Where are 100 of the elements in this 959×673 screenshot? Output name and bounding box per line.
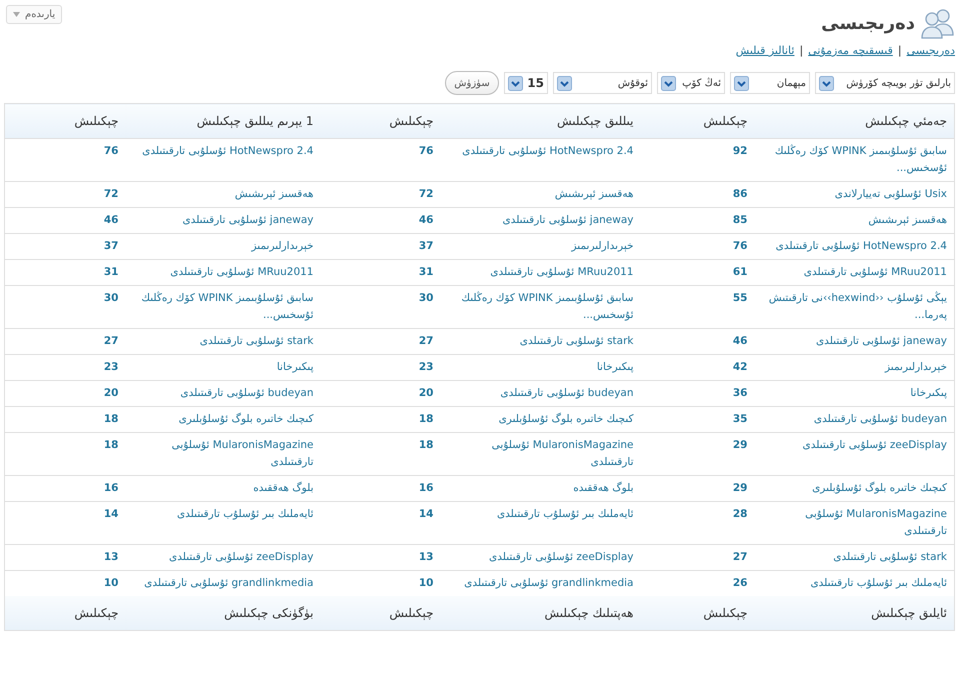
post-link[interactable]: janeway ئۇسلۇبى تارقىتىلدى [448, 212, 634, 229]
post-link[interactable]: ھەقسىز ئېرىشىش [132, 186, 314, 203]
hit-count: 18 [418, 439, 434, 451]
chevron-down-icon [557, 76, 572, 90]
post-link[interactable]: كىچىك خاتىرە بلوگ ئۇسلۇبلىرى [448, 411, 634, 428]
select-dropdown[interactable]: مېھمان [730, 72, 810, 94]
post-link[interactable]: budeyan ئۇسلۇبى تارقىتىلدى [132, 385, 314, 402]
post-link[interactable]: janeway ئۇسلۇبى تارقىتىلدى [762, 333, 947, 350]
hit-count: 18 [104, 413, 118, 425]
post-link[interactable]: zeeDisplay ئۇسلۇبى تارقىتىلدى [132, 549, 314, 566]
post-link[interactable]: خېرىدارلىرىمىز [762, 359, 947, 376]
nav-link[interactable]: دەرىجىسى [906, 44, 955, 57]
post-link[interactable]: سابىق ئۇسلۇبىمىز WPINK كۆك رەڭلىك ئۇسخىس... [448, 290, 634, 324]
post-link[interactable]: zeeDisplay ئۇسلۇبى تارقىتىلدى [448, 549, 634, 566]
hit-count: 30 [104, 292, 118, 304]
post-link[interactable]: كىچىك خاتىرە بلوگ ئۇسلۇبلىرى [132, 411, 314, 428]
hit-count: 14 [104, 508, 118, 520]
post-link[interactable]: پىكىرخانا [762, 385, 947, 402]
post-link[interactable]: HotNewspro 2.4 ئۇسلۇبى تارقىتىلدى [132, 143, 314, 160]
hit-count: 10 [104, 577, 118, 589]
post-link[interactable]: MRuu2011 ئۇسلۇبى تارقىتىلدى [448, 264, 634, 281]
post-link[interactable]: پىكىرخانا [448, 359, 634, 376]
hit-count: 31 [418, 266, 434, 278]
column-header: ئايلىق چېكىلىش [754, 596, 954, 630]
post-link[interactable]: كىچىك خاتىرە بلوگ ئۇسلۇبلىرى [762, 480, 947, 497]
post-link[interactable]: HotNewspro 2.4 ئۇسلۇبى تارقىتىلدى [762, 238, 947, 255]
post-link[interactable]: grandlinkmedia ئۇسلۇبى تارقىتىلدى [448, 575, 634, 592]
hit-count: 46 [104, 214, 118, 226]
hit-count: 42 [732, 361, 748, 373]
hit-count: 28 [732, 508, 748, 520]
select-dropdown[interactable]: ئەڭ كۆپ [657, 72, 725, 94]
hit-count: 26 [732, 577, 748, 589]
column-header: جەمئي چېكىلىش [754, 104, 954, 138]
post-link[interactable]: خېرىدارلىرىمىز [448, 238, 634, 255]
post-link[interactable]: MularonisMagazine ئۇسلۇبى تارقىتىلدى [132, 437, 314, 471]
hit-count: 37 [104, 240, 118, 252]
post-link[interactable]: يېڭى ئۇسلۇب ‹‹hexwind››نى تارقىتىش پەرما... [762, 290, 947, 324]
select-dropdown[interactable]: بارلىق تۈر بويىچە كۆرۈش [815, 72, 955, 94]
hit-count: 27 [418, 335, 434, 347]
caret-icon [13, 12, 20, 17]
hit-count: 72 [418, 188, 434, 200]
post-link[interactable]: MularonisMagazine ئۇسلۇبى تارقىتىلدى [762, 506, 947, 540]
hit-count: 61 [732, 266, 748, 278]
column-header: بۈگۈنكى چېكىلىش [126, 596, 320, 630]
post-link[interactable]: zeeDisplay ئۇسلۇبى تارقىتىلدى [762, 437, 947, 454]
post-link[interactable]: MularonisMagazine ئۇسلۇبى تارقىتىلدى [448, 437, 634, 471]
hit-count: 13 [418, 551, 434, 563]
hit-count: 36 [732, 387, 748, 399]
select-dropdown[interactable]: ئوقۇش [553, 72, 652, 94]
page-title: دەرىجىسى [821, 12, 915, 34]
post-link[interactable]: stark ئۇسلۇبى تارقىتىلدى [448, 333, 634, 350]
post-link[interactable]: Usix ئۇسلۇبى تەييارلاندى [762, 186, 947, 203]
hit-count: 55 [732, 292, 748, 304]
post-link[interactable]: MRuu2011 ئۇسلۇبى تارقىتىلدى [762, 264, 947, 281]
separator: | [799, 44, 804, 57]
post-link[interactable]: ئايەملىك بىر ئۇسلۇب تارقىتىلدى [448, 506, 634, 523]
column-header: ھەپتىلىك چېكىلىش [440, 596, 640, 630]
hit-count: 16 [104, 482, 118, 494]
post-link[interactable]: پىكىرخانا [132, 359, 314, 376]
post-link[interactable]: budeyan ئۇسلۇبى تارقىتىلدى [762, 411, 947, 428]
hit-count: 16 [418, 482, 434, 494]
post-link[interactable]: stark ئۇسلۇبى تارقىتىلدى [132, 333, 314, 350]
post-link[interactable]: grandlinkmedia ئۇسلۇبى تارقىتىلدى [132, 575, 314, 592]
post-link[interactable]: budeyan ئۇسلۇبى تارقىتىلدى [448, 385, 634, 402]
hit-count: 13 [104, 551, 118, 563]
nav-link[interactable]: قىسقىچە مەزمۇنى [808, 44, 893, 57]
hit-count: 76 [104, 145, 118, 157]
hit-count: 14 [418, 508, 434, 520]
filter-button[interactable]: سۈزۈش [445, 71, 499, 95]
select-dropdown[interactable]: 15 [504, 72, 548, 94]
post-link[interactable]: MRuu2011 ئۇسلۇبى تارقىتىلدى [132, 264, 314, 281]
post-link[interactable]: ھەقسىز ئېرىشىش [762, 212, 947, 229]
hit-count: 20 [418, 387, 434, 399]
help-button[interactable]: يارىدەم [6, 5, 62, 24]
chevron-down-icon [734, 76, 749, 90]
hit-count: 29 [732, 482, 748, 494]
hit-count: 35 [732, 413, 748, 425]
post-link[interactable]: خېرىدارلىرىمىز [132, 238, 314, 255]
post-link[interactable]: بلوگ ھەققىدە [132, 480, 314, 497]
post-link[interactable]: ئايەملىك بىر ئۇسلۇب تارقىتىلدى [762, 575, 947, 592]
column-header: 1 يېرىم يىللىق چېكىلىش [126, 104, 320, 138]
post-link[interactable]: janeway ئۇسلۇبى تارقىتىلدى [132, 212, 314, 229]
hit-count: 23 [104, 361, 118, 373]
post-link[interactable]: HotNewspro 2.4 ئۇسلۇبى تارقىتىلدى [448, 143, 634, 160]
hit-count: 86 [732, 188, 748, 200]
column-header: چېكىلىش [640, 596, 754, 630]
post-link[interactable]: ئايەملىك بىر ئۇسلۇب تارقىتىلدى [132, 506, 314, 523]
post-link[interactable]: بلوگ ھەققىدە [448, 480, 634, 497]
hit-count: 29 [732, 439, 748, 451]
nav-link[interactable]: ئانالىز قىلىش [736, 44, 794, 57]
post-link[interactable]: سابىق ئۇسلۇبىمىز WPINK كۆك رەڭلىك ئۇسخىس... [762, 143, 947, 177]
post-link[interactable]: سابىق ئۇسلۇبىمىز WPINK كۆك رەڭلىك ئۇسخىس... [132, 290, 314, 324]
hit-count: 92 [732, 145, 748, 157]
hit-count: 85 [732, 214, 748, 226]
column-header: يىللىق چېكىلىش [440, 104, 640, 138]
column-header: چېكىلىش [320, 104, 440, 138]
hit-count: 27 [732, 551, 748, 563]
post-link[interactable]: ھەقسىز ئېرىشىش [448, 186, 634, 203]
hit-count: 23 [418, 361, 434, 373]
post-link[interactable]: stark ئۇسلۇبى تارقىتىلدى [762, 549, 947, 566]
